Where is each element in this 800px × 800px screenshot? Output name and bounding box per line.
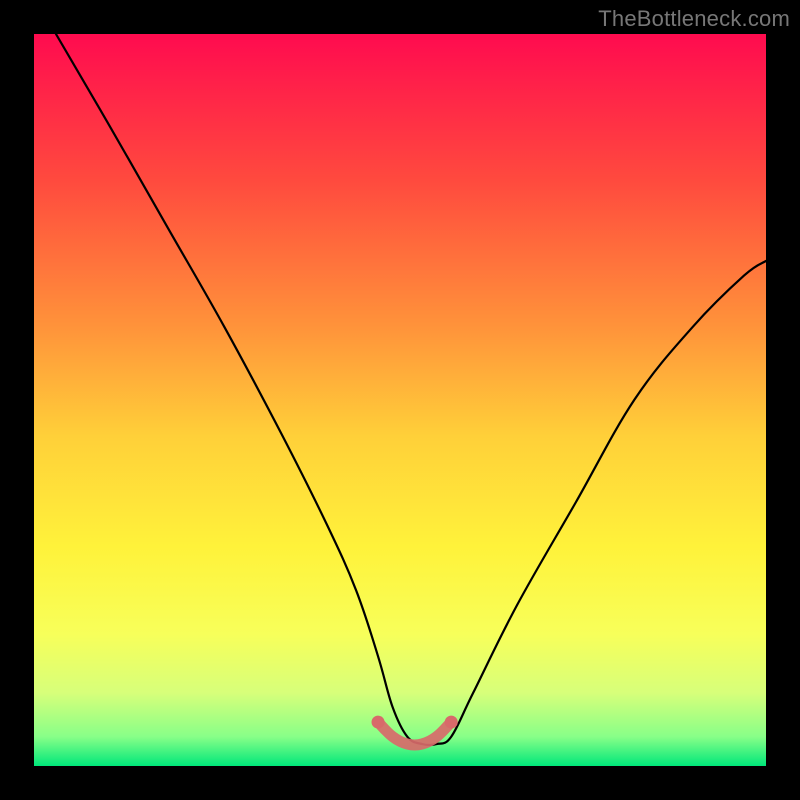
- plateau-end-dot: [445, 716, 458, 729]
- chart-svg: [34, 34, 766, 766]
- plot-area: [34, 34, 766, 766]
- chart-container: TheBottleneck.com: [0, 0, 800, 800]
- plateau-end-dot: [372, 716, 385, 729]
- watermark-text: TheBottleneck.com: [598, 6, 790, 32]
- gradient-background: [34, 34, 766, 766]
- plot-frame: [34, 34, 766, 766]
